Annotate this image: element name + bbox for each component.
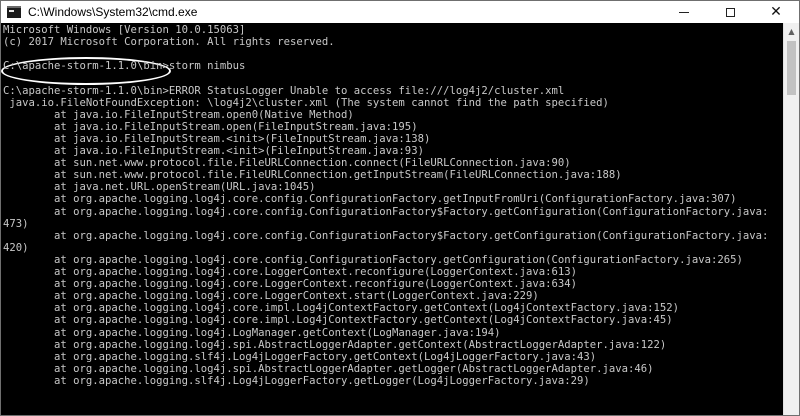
console-line: at org.apache.logging.log4j.core.LoggerC…	[3, 266, 578, 278]
console-line: at org.apache.logging.slf4j.Log4jLoggerF…	[3, 374, 590, 387]
console-line: at java.net.URL.openStream(URL.java:1045…	[3, 181, 316, 194]
console-line: at org.apache.logging.log4j.core.config.…	[3, 229, 769, 242]
maximize-button[interactable]	[707, 1, 753, 23]
scroll-thumb[interactable]	[787, 41, 796, 95]
scroll-up-arrow-icon[interactable]: ▲	[784, 23, 799, 39]
console-line: at org.apache.logging.log4j.core.LoggerC…	[3, 290, 539, 303]
console-line: at org.apache.logging.log4j.core.config.…	[3, 193, 737, 206]
console-line: at org.apache.logging.log4j.core.impl.Lo…	[3, 314, 673, 327]
console-output[interactable]: Microsoft Windows [Version 10.0.15063] (c…	[1, 23, 784, 415]
console-line: at java.io.FileInputStream.<init>(FileIn…	[3, 145, 424, 157]
console-line: at sun.net.www.protocol.file.FileURLConn…	[3, 169, 622, 182]
console-line: at org.apache.logging.log4j.core.config.…	[3, 205, 769, 218]
console-line: at java.io.FileInputStream.open(FileInpu…	[3, 120, 418, 133]
console-line: at java.io.FileInputStream.<init>(FileIn…	[3, 132, 431, 145]
close-button[interactable]: ✕	[753, 1, 799, 23]
console-line: at sun.net.www.protocol.file.FileURLConn…	[3, 157, 571, 170]
console-line: at org.apache.logging.log4j.core.LoggerC…	[3, 278, 578, 291]
cmd-icon[interactable]	[7, 6, 21, 18]
console-line: at java.io.FileInputStream.open0(Native …	[3, 108, 354, 121]
window-title: C:\Windows\System32\cmd.exe	[28, 5, 198, 19]
console-line: at org.apache.logging.log4j.spi.Abstract…	[3, 362, 654, 375]
minimize-button[interactable]	[661, 1, 707, 23]
console-line: java.io.FileNotFoundException: \log4j2\c…	[3, 96, 609, 109]
console-line: at org.apache.logging.log4j.core.impl.Lo…	[3, 302, 680, 315]
console-line: at org.apache.logging.slf4j.Log4jLoggerF…	[3, 350, 597, 363]
console-line: Microsoft Windows [Version 10.0.15063]	[3, 24, 246, 36]
vertical-scrollbar[interactable]: ▲	[783, 23, 799, 415]
console-line: (c) 2017 Microsoft Corporation. All righ…	[3, 36, 335, 49]
console-line: C:\apache-storm-1.1.0\bin>storm nimbus	[3, 60, 246, 73]
minimize-icon	[679, 11, 689, 13]
console-line: at org.apache.logging.log4j.LogManager.g…	[3, 326, 501, 339]
cmd-window: C:\Windows\System32\cmd.exe ✕ Microsoft …	[0, 0, 800, 416]
console-line: 420)	[3, 241, 29, 254]
console-line: at org.apache.logging.log4j.core.config.…	[3, 253, 743, 266]
console-line: 473)	[3, 217, 29, 230]
title-bar[interactable]: C:\Windows\System32\cmd.exe ✕	[1, 1, 799, 23]
maximize-icon	[725, 7, 735, 17]
window-controls: ✕	[661, 1, 799, 23]
close-icon: ✕	[770, 4, 782, 20]
console-line: C:\apache-storm-1.1.0\bin>ERROR StatusLo…	[3, 84, 565, 97]
console-line: at org.apache.logging.log4j.spi.Abstract…	[3, 338, 667, 351]
